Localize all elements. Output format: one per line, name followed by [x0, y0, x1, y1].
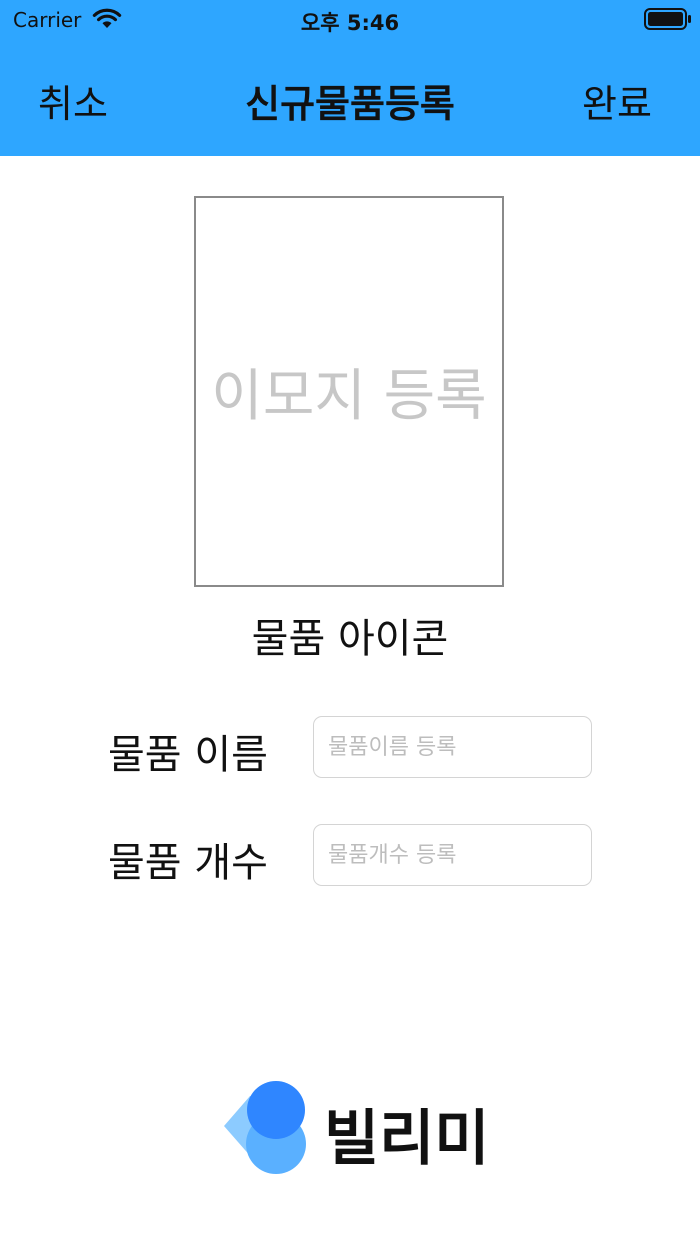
item-count-input[interactable]: [313, 824, 592, 886]
emoji-picker-button[interactable]: 이모지 등록: [194, 196, 504, 587]
status-bar: Carrier 오후 5:46: [0, 0, 700, 40]
app-logo: 빌리미: [220, 1078, 490, 1178]
logo-mark-icon: [224, 1081, 306, 1174]
screen: Carrier 오후 5:46 취소 신규물품등록 완료 이모지 등록 물품 아…: [0, 0, 700, 1244]
item-name-input[interactable]: [313, 716, 592, 778]
clock: 오후 5:46: [300, 11, 400, 35]
battery-icon: [644, 8, 692, 30]
emoji-picker-label: 이모지 등록: [211, 364, 487, 429]
item-name-label: 물품 이름: [108, 732, 268, 778]
item-count-label: 물품 개수: [108, 840, 268, 886]
item-icon-caption: 물품 아이콘: [251, 616, 449, 662]
logo-text: 빌리미: [324, 1104, 490, 1174]
cancel-button[interactable]: 취소: [38, 80, 108, 128]
done-button[interactable]: 완료: [582, 80, 652, 128]
header: Carrier 오후 5:46 취소 신규물품등록 완료: [0, 0, 700, 156]
